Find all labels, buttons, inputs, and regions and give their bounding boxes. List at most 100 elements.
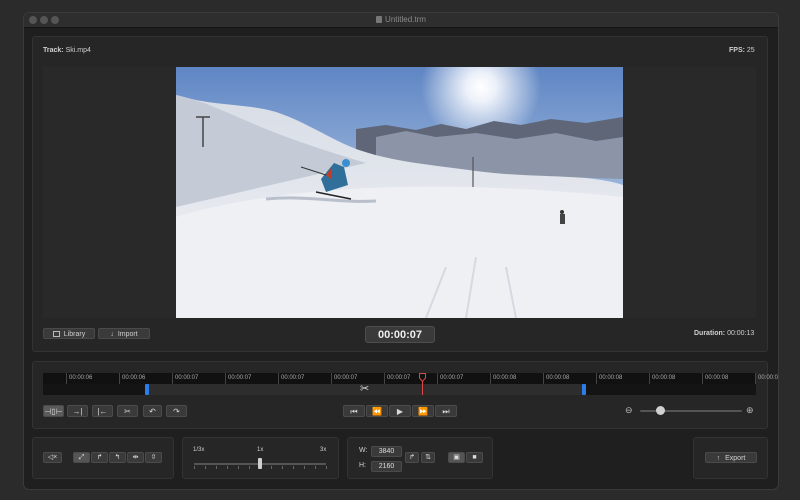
- skip-end-icon: ⏭: [442, 407, 450, 416]
- fast-forward-button[interactable]: ⏩: [412, 405, 434, 417]
- rewind-button[interactable]: ⏪: [366, 405, 388, 417]
- zoom-in-icon[interactable]: ⊕: [746, 405, 754, 416]
- speed-tick: [304, 466, 305, 469]
- play-button[interactable]: ▶: [389, 405, 411, 417]
- fit-button[interactable]: ⤢: [73, 452, 90, 463]
- zoom-slider[interactable]: [640, 410, 742, 412]
- swap-icon: ⇅: [425, 454, 431, 461]
- rotate-icon: ↱: [409, 454, 415, 461]
- swap-dimensions-button[interactable]: ⇅: [421, 452, 435, 463]
- duration-info: Duration: 00:00:13: [694, 330, 754, 337]
- rotate-right-icon: ↱: [96, 454, 103, 461]
- ruler-tick: 00:00:08: [596, 373, 622, 384]
- fit-selection-icon: ⊣▯⊢: [44, 407, 63, 416]
- flip-vertical-button[interactable]: ⇳: [145, 452, 162, 463]
- zoom-out-icon[interactable]: ⊖: [625, 405, 633, 416]
- undo-button[interactable]: ↶: [143, 405, 162, 417]
- library-icon: [52, 331, 60, 337]
- fps-value: 25: [746, 47, 755, 54]
- fit-frame-button[interactable]: ▣: [448, 452, 465, 463]
- import-label: Import: [117, 331, 138, 338]
- playhead-line: [422, 382, 423, 395]
- go-to-start-button[interactable]: ⏮: [343, 405, 365, 417]
- scissors-small-icon: ✂: [124, 407, 131, 416]
- video-preview[interactable]: [176, 67, 623, 318]
- width-field[interactable]: 3840: [371, 446, 402, 457]
- redo-icon: ↷: [173, 407, 180, 416]
- ruler-tick: 00:00:06: [66, 373, 92, 384]
- set-start-icon: →|: [72, 407, 83, 416]
- window-title: Untitled.trm: [24, 15, 778, 24]
- import-button[interactable]: ↓ Import: [98, 328, 150, 339]
- export-label: Export: [725, 455, 746, 462]
- ruler-tick: 00:00:08: [490, 373, 516, 384]
- ruler-tick: 00:00:07: [384, 373, 410, 384]
- speed-tick: [326, 466, 327, 469]
- rotate-left-icon: ↰: [114, 454, 121, 461]
- fill-frame-button[interactable]: ■: [466, 452, 483, 463]
- fit-frame-icon: ▣: [453, 454, 460, 461]
- speed-tick: [249, 466, 250, 469]
- timeline-panel: [32, 361, 768, 429]
- rotate-size-button[interactable]: ↱: [405, 452, 419, 463]
- export-button[interactable]: ↑ Export: [705, 452, 757, 463]
- skip-start-icon: ⏮: [350, 407, 358, 416]
- library-button[interactable]: Library: [43, 328, 95, 339]
- window-title-text: Untitled.trm: [385, 15, 426, 24]
- speed-slider-knob[interactable]: [258, 458, 262, 469]
- split-button[interactable]: ✂: [117, 405, 138, 417]
- speed-tick: [238, 466, 239, 469]
- trim-end-handle[interactable]: [582, 384, 586, 395]
- rewind-icon: ⏪: [372, 407, 382, 416]
- fps-label: FPS:: [729, 47, 745, 54]
- track-value: Ski.mp4: [65, 47, 91, 54]
- ruler-tick: 00:00:07: [172, 373, 198, 384]
- redo-button[interactable]: ↷: [166, 405, 187, 417]
- rotate-right-button[interactable]: ↱: [91, 452, 108, 463]
- fill-frame-icon: ■: [472, 454, 477, 461]
- trim-start-handle[interactable]: [145, 384, 149, 395]
- speed-min-label: 1/3x: [193, 447, 205, 453]
- set-start-button[interactable]: →|: [67, 405, 88, 417]
- ruler-tick: 00:00:07: [331, 373, 357, 384]
- speed-mid-label: 1x: [257, 447, 264, 453]
- go-to-end-button[interactable]: ⏭: [435, 405, 457, 417]
- width-label: W:: [359, 447, 368, 454]
- speed-max-label: 3x: [320, 447, 327, 453]
- fit-selection-button[interactable]: ⊣▯⊢: [43, 405, 64, 417]
- import-icon: ↓: [110, 331, 114, 338]
- speed-tick: [282, 466, 283, 469]
- document-icon: [376, 16, 383, 23]
- duration-value: 00:00:13: [727, 330, 755, 337]
- ruler-tick: 00:00:07: [437, 373, 463, 384]
- ruler-tick: 00:00:06: [119, 373, 145, 384]
- ruler-tick: 00:00:07: [278, 373, 304, 384]
- ruler-tick: 00:00:0: [755, 373, 778, 384]
- current-time-display: 00:00:07: [365, 326, 435, 343]
- track-label: Track:: [43, 47, 64, 54]
- speed-tick: [315, 466, 316, 469]
- speed-tick: [271, 466, 272, 469]
- speed-tick: [216, 466, 217, 469]
- mute-button[interactable]: ◁×: [43, 452, 62, 463]
- flip-horizontal-button[interactable]: ⇹: [127, 452, 144, 463]
- height-label: H:: [359, 462, 366, 469]
- rotate-left-button[interactable]: ↰: [109, 452, 126, 463]
- library-label: Library: [63, 331, 86, 338]
- set-end-icon: |←: [97, 407, 108, 416]
- track-info: Track: Ski.mp4: [43, 47, 91, 54]
- set-end-button[interactable]: |←: [92, 405, 113, 417]
- height-field[interactable]: 2160: [371, 461, 402, 472]
- speed-tick: [205, 466, 206, 469]
- speed-tick: [227, 466, 228, 469]
- export-icon: ↑: [716, 455, 721, 462]
- speed-tick: [293, 466, 294, 469]
- play-icon: ▶: [396, 407, 404, 416]
- playhead-marker[interactable]: [419, 373, 426, 382]
- speed-tick: [194, 466, 195, 469]
- expand-icon: ⤢: [78, 454, 85, 461]
- titlebar: Untitled.trm: [24, 13, 778, 28]
- ruler-tick: 00:00:08: [702, 373, 728, 384]
- ruler-tick: 00:00:08: [543, 373, 569, 384]
- scissors-icon: ✂: [360, 383, 370, 395]
